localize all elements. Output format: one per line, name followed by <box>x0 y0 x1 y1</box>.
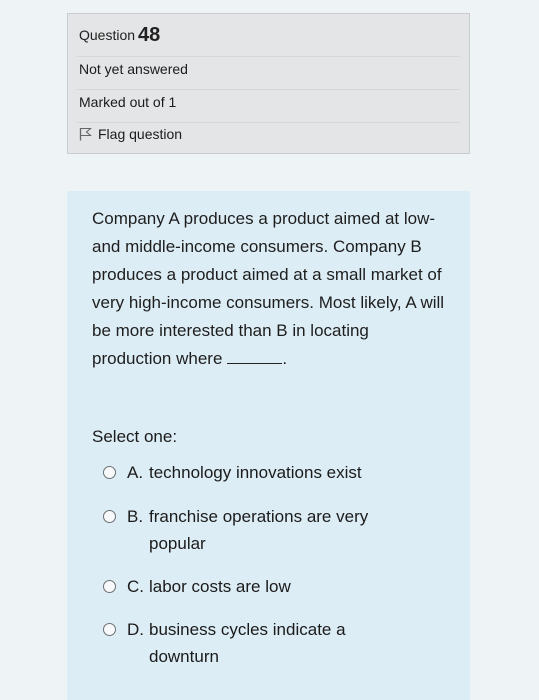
question-label: Question <box>79 27 136 43</box>
option-a-label: A. technology innovations exist <box>127 459 397 486</box>
radio-button-a[interactable] <box>103 466 116 479</box>
question-text-end: . <box>282 349 288 368</box>
flag-icon <box>79 127 92 141</box>
question-text: Company A produces a product aimed at lo… <box>92 205 452 373</box>
option-letter: A. <box>127 463 144 482</box>
divider <box>77 56 460 57</box>
option-letter: C. <box>127 577 144 596</box>
option-a[interactable]: A. technology innovations exist <box>103 459 397 486</box>
divider <box>77 122 460 123</box>
flag-question-link[interactable]: Flag question <box>79 126 182 142</box>
question-number: 48 <box>138 24 161 46</box>
option-b-label: B. franchise operations are very popular <box>127 503 397 557</box>
option-c[interactable]: C. labor costs are low <box>103 573 397 600</box>
option-d-label: D. business cycles indicate a downturn <box>127 616 397 670</box>
option-b[interactable]: B. franchise operations are very popular <box>103 503 397 557</box>
radio-button-b[interactable] <box>103 510 116 523</box>
select-one-prompt: Select one: <box>92 427 178 446</box>
option-c-label: C. labor costs are low <box>127 573 397 600</box>
option-d[interactable]: D. business cycles indicate a downturn <box>103 616 397 670</box>
option-text: labor costs are low <box>149 577 291 596</box>
divider <box>77 89 460 90</box>
question-info-panel: Question 48 Not yet answered Marked out o… <box>67 13 470 154</box>
question-grade: Marked out of 1 <box>79 94 177 110</box>
question-text-body: Company A produces a product aimed at lo… <box>92 209 445 368</box>
option-text: franchise operations are very popular <box>149 507 369 553</box>
option-text: business cycles indicate a downturn <box>149 620 346 666</box>
option-letter: B. <box>127 507 144 526</box>
question-content-panel: Company A produces a product aimed at lo… <box>67 191 470 700</box>
question-state: Not yet answered <box>79 61 188 77</box>
radio-button-c[interactable] <box>103 580 116 593</box>
flag-question-label: Flag question <box>98 126 183 142</box>
radio-button-d[interactable] <box>103 623 116 636</box>
option-text: technology innovations exist <box>149 463 362 482</box>
option-letter: D. <box>127 620 144 639</box>
answer-blank <box>227 349 283 364</box>
question-number-heading: Question 48 <box>79 24 160 47</box>
